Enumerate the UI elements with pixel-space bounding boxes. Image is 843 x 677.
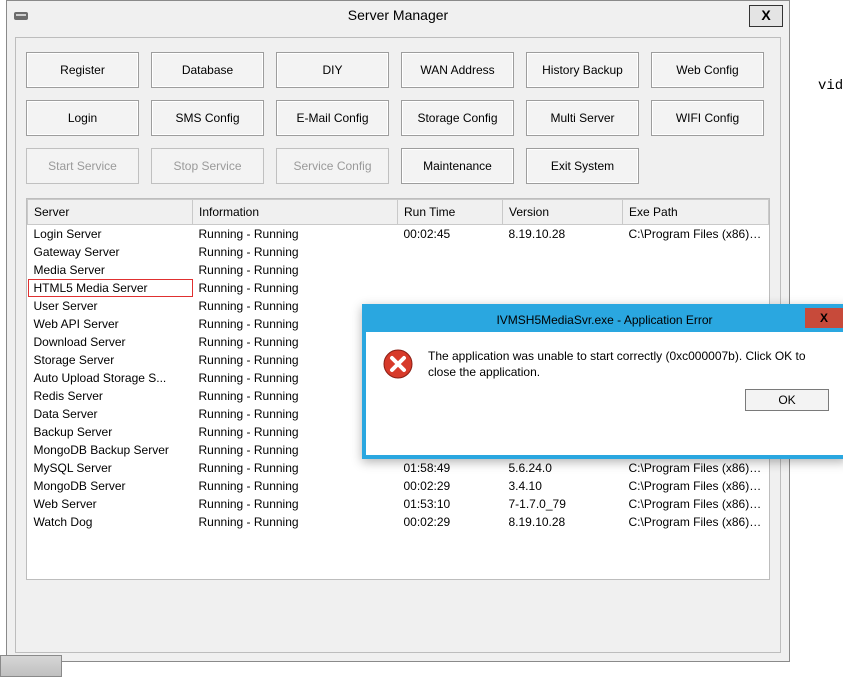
- cell-path: [623, 243, 769, 261]
- cell-server: Web API Server: [28, 315, 193, 333]
- cell-info: Running - Running: [193, 495, 398, 513]
- cell-info: Running - Running: [193, 459, 398, 477]
- cell-path: C:\Program Files (x86)\IV: [623, 513, 769, 531]
- cell-info: Running - Running: [193, 243, 398, 261]
- cell-info: Running - Running: [193, 261, 398, 279]
- dialog-ok-button[interactable]: OK: [745, 389, 829, 411]
- error-dialog: IVMSH5MediaSvr.exe - Application Error X…: [362, 304, 843, 459]
- dialog-titlebar: IVMSH5MediaSvr.exe - Application Error X: [366, 308, 843, 332]
- table-row[interactable]: Login ServerRunning - Running00:02:458.1…: [28, 225, 769, 244]
- maintenance-button[interactable]: Maintenance: [401, 148, 514, 184]
- cell-info: Running - Running: [193, 477, 398, 495]
- storage-config-button[interactable]: Storage Config: [401, 100, 514, 136]
- cell-server: Media Server: [28, 261, 193, 279]
- table-row[interactable]: MySQL ServerRunning - Running01:58:495.6…: [28, 459, 769, 477]
- cell-info: Running - Running: [193, 513, 398, 531]
- button-row-3: Start Service Stop Service Service Config M…: [26, 148, 770, 184]
- table-row[interactable]: Media ServerRunning - Running: [28, 261, 769, 279]
- cell-run: [398, 279, 503, 297]
- column-header[interactable]: Information: [193, 200, 398, 225]
- cell-server: MongoDB Server: [28, 477, 193, 495]
- e-mail-config-button[interactable]: E-Mail Config: [276, 100, 389, 136]
- table-row[interactable]: HTML5 Media ServerRunning - Running: [28, 279, 769, 297]
- dialog-body: The application was unable to start corr…: [366, 332, 843, 389]
- cell-path: C:\Program Files (x86)\IV: [623, 459, 769, 477]
- dialog-message: The application was unable to start corr…: [428, 348, 827, 380]
- service-config-button: Service Config: [276, 148, 389, 184]
- database-button[interactable]: Database: [151, 52, 264, 88]
- cell-path: C:\Program Files (x86)\IV: [623, 495, 769, 513]
- cell-ver: 8.19.10.28: [503, 513, 623, 531]
- cell-path: C:\Program Files (x86)\IV: [623, 225, 769, 244]
- dialog-footer: OK: [366, 389, 843, 421]
- column-header[interactable]: Run Time: [398, 200, 503, 225]
- titlebar: Server Manager X: [7, 1, 789, 29]
- button-row-1: Register Database DIY WAN Address History Ba…: [26, 52, 770, 88]
- cell-run: 00:02:29: [398, 477, 503, 495]
- cell-ver: [503, 261, 623, 279]
- exit-system-button[interactable]: Exit System: [526, 148, 639, 184]
- cell-path: [623, 279, 769, 297]
- cell-info: Running - Running: [193, 225, 398, 244]
- cell-run: 00:02:45: [398, 225, 503, 244]
- table-header-row: ServerInformationRun TimeVersionExe Path: [28, 200, 769, 225]
- cell-ver: 7-1.7.0_79: [503, 495, 623, 513]
- cell-run: 01:58:49: [398, 459, 503, 477]
- sms-config-button[interactable]: SMS Config: [151, 100, 264, 136]
- table-row[interactable]: MongoDB ServerRunning - Running00:02:293…: [28, 477, 769, 495]
- column-header[interactable]: Server: [28, 200, 193, 225]
- register-button[interactable]: Register: [26, 52, 139, 88]
- cell-run: 01:53:10: [398, 495, 503, 513]
- multi-server-button[interactable]: Multi Server: [526, 100, 639, 136]
- window-close-button[interactable]: X: [749, 5, 783, 27]
- cell-server: Redis Server: [28, 387, 193, 405]
- start-service-button: Start Service: [26, 148, 139, 184]
- history-backup-button[interactable]: History Backup: [526, 52, 639, 88]
- diy-button[interactable]: DIY: [276, 52, 389, 88]
- cell-server: HTML5 Media Server: [28, 279, 193, 297]
- cell-path: C:\Program Files (x86)\IV: [623, 477, 769, 495]
- cell-server: Gateway Server: [28, 243, 193, 261]
- window-title: Server Manager: [348, 7, 448, 23]
- artifact-text: vid: [818, 78, 843, 94]
- cell-ver: 8.19.10.28: [503, 225, 623, 244]
- cell-server: Auto Upload Storage S...: [28, 369, 193, 387]
- button-row-2: Login SMS Config E-Mail Config Storage Conf…: [26, 100, 770, 136]
- cell-run: [398, 261, 503, 279]
- cell-info: Running - Running: [193, 279, 398, 297]
- table-row[interactable]: Watch DogRunning - Running00:02:298.19.1…: [28, 513, 769, 531]
- cell-run: 00:02:29: [398, 513, 503, 531]
- column-header[interactable]: Exe Path: [623, 200, 769, 225]
- table-row[interactable]: Gateway ServerRunning - Running: [28, 243, 769, 261]
- button-grid: Register Database DIY WAN Address History Ba…: [26, 52, 770, 184]
- cell-server: Data Server: [28, 405, 193, 423]
- taskbar-fragment: [0, 655, 62, 677]
- cell-server: Storage Server: [28, 351, 193, 369]
- cell-server: Watch Dog: [28, 513, 193, 531]
- dialog-close-button[interactable]: X: [805, 308, 843, 328]
- cell-ver: 5.6.24.0: [503, 459, 623, 477]
- cell-server: Download Server: [28, 333, 193, 351]
- cell-server: Backup Server: [28, 423, 193, 441]
- wan-address-button[interactable]: WAN Address: [401, 52, 514, 88]
- cell-ver: 3.4.10: [503, 477, 623, 495]
- error-icon: [382, 348, 414, 383]
- cell-server: Web Server: [28, 495, 193, 513]
- wifi-config-button[interactable]: WIFI Config: [651, 100, 764, 136]
- column-header[interactable]: Version: [503, 200, 623, 225]
- cell-server: User Server: [28, 297, 193, 315]
- cell-run: [398, 243, 503, 261]
- stop-service-button: Stop Service: [151, 148, 264, 184]
- table-row[interactable]: Web ServerRunning - Running01:53:107-1.7…: [28, 495, 769, 513]
- cell-server: Login Server: [28, 225, 193, 244]
- cell-ver: [503, 243, 623, 261]
- cell-server: MySQL Server: [28, 459, 193, 477]
- cell-path: [623, 261, 769, 279]
- dialog-title: IVMSH5MediaSvr.exe - Application Error: [496, 313, 712, 327]
- web-config-button[interactable]: Web Config: [651, 52, 764, 88]
- cell-ver: [503, 279, 623, 297]
- cell-server: MongoDB Backup Server: [28, 441, 193, 459]
- app-icon: [13, 6, 29, 22]
- login-button[interactable]: Login: [26, 100, 139, 136]
